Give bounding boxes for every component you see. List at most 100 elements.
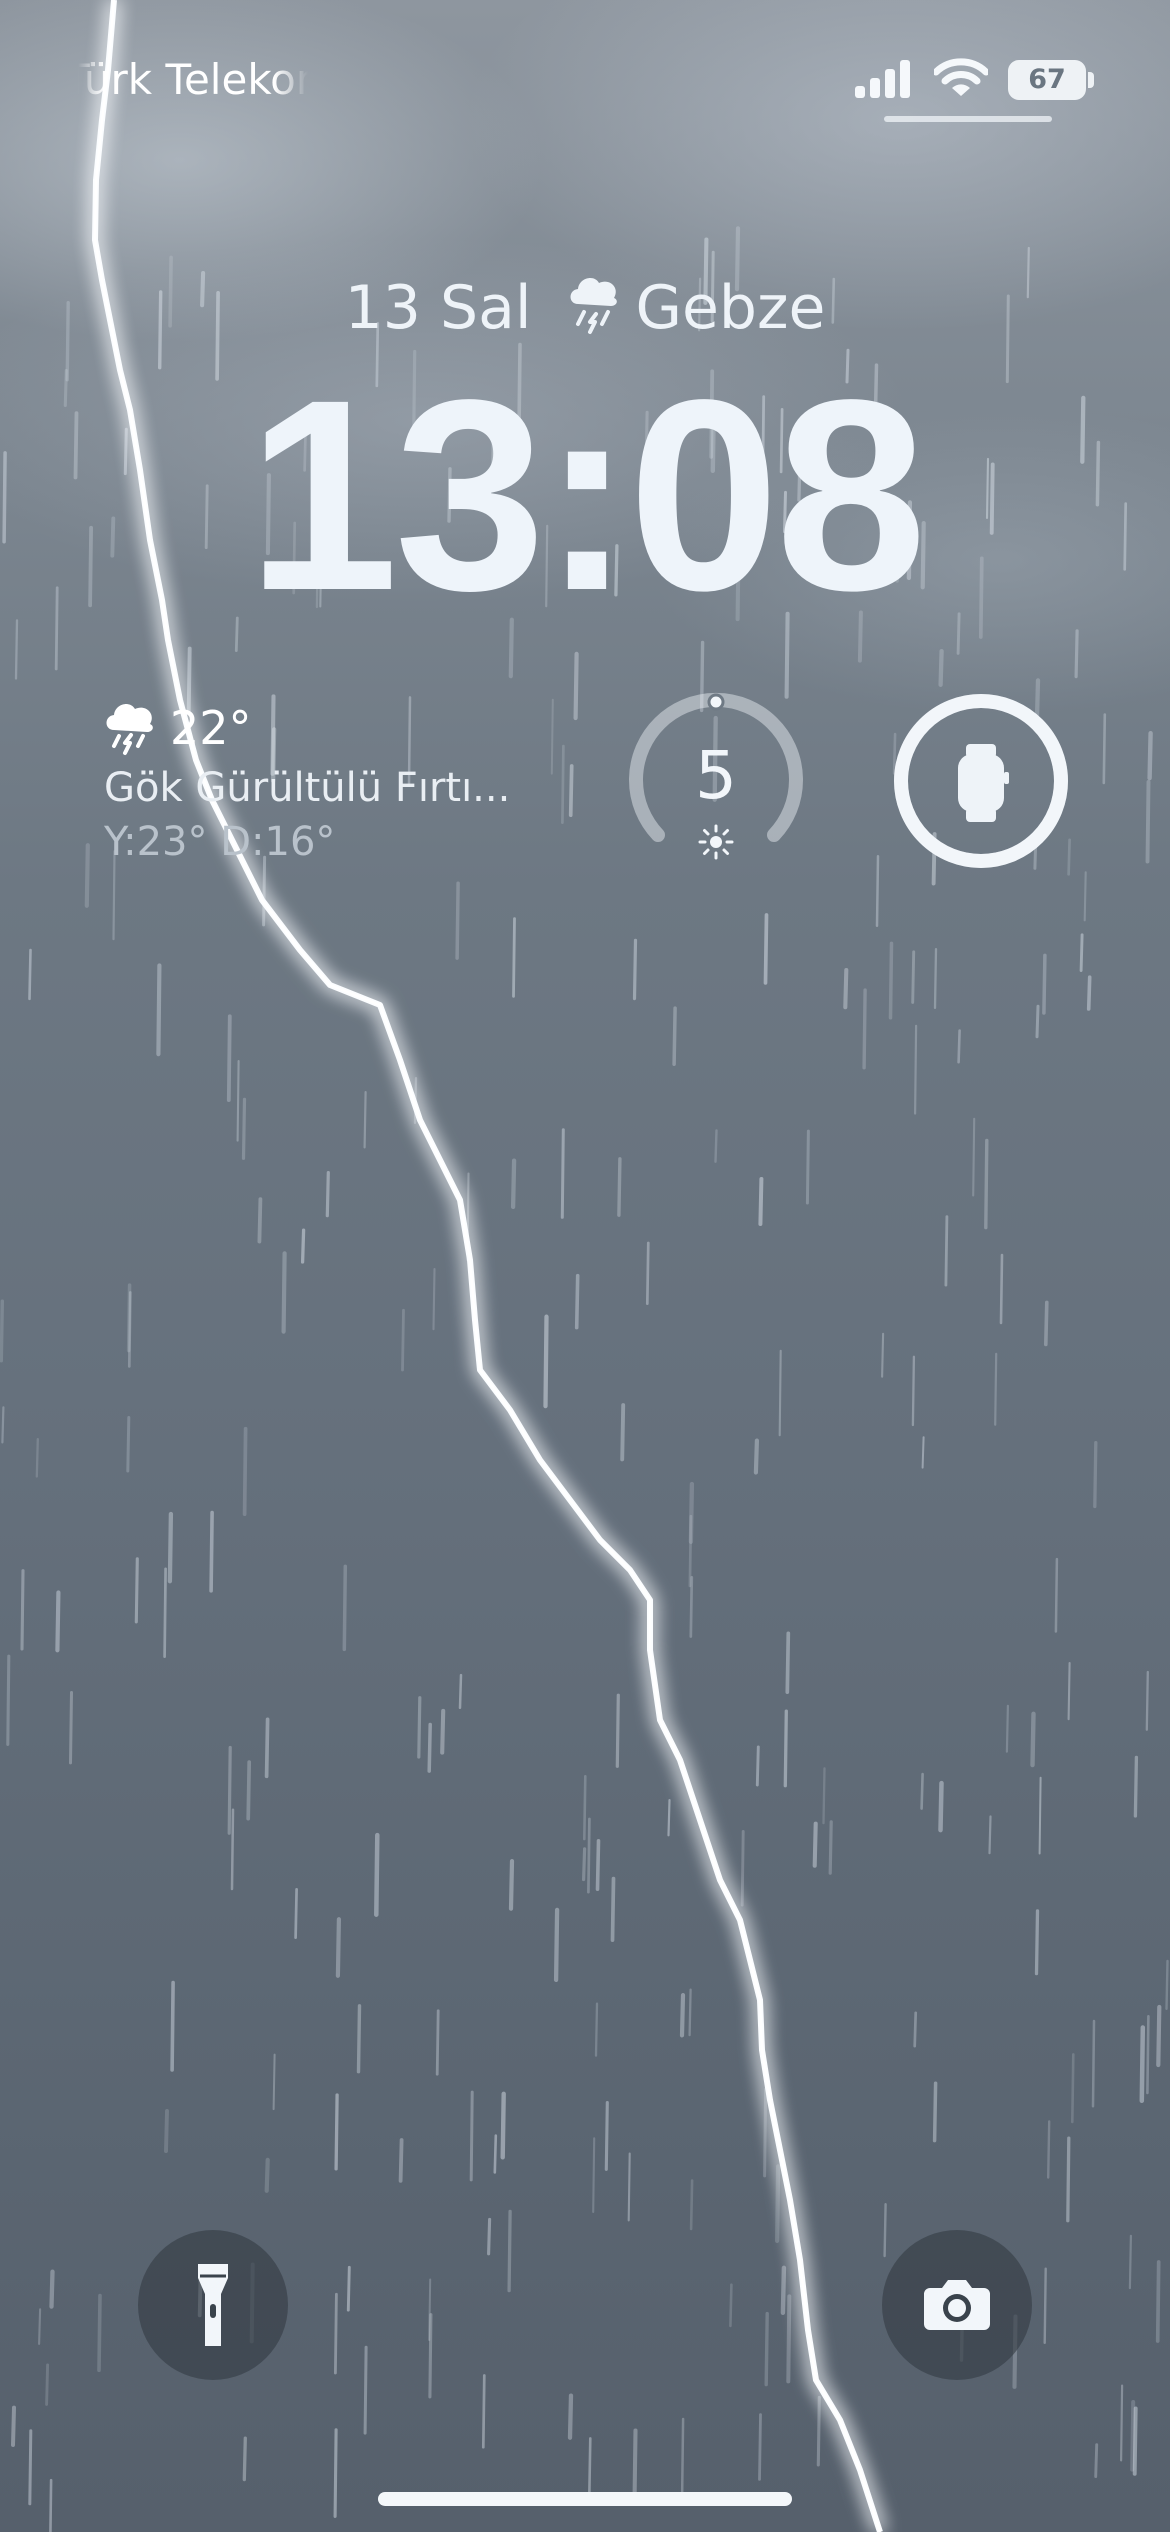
raindrop (921, 1436, 925, 1469)
flashlight-button[interactable] (138, 2230, 288, 2380)
raindrop (325, 1170, 330, 1218)
camera-icon (924, 2280, 990, 2330)
raindrop (729, 2283, 733, 2328)
raindrop (714, 1129, 718, 1163)
raindrop (913, 2011, 918, 2048)
sun-icon (698, 824, 734, 860)
raindrop (242, 1426, 248, 1517)
raindrop (334, 2093, 339, 2171)
raindrop (342, 1564, 348, 1652)
raindrop (246, 1760, 252, 1821)
raindrop (984, 1138, 989, 1230)
raindrop (753, 1438, 760, 1475)
raindrop (888, 941, 894, 1020)
raindrop (1130, 2400, 1136, 2472)
raindrop (49, 2478, 53, 2532)
raindrop (587, 1817, 591, 1894)
raindrop (427, 1722, 432, 1773)
thunderstorm-rain-icon (570, 278, 617, 334)
raindrop (333, 2428, 338, 2518)
raindrop (126, 1416, 131, 1473)
raindrop (164, 2109, 169, 2154)
raindrop (236, 1060, 240, 1142)
raindrop (550, 698, 554, 775)
raindrop (758, 1177, 764, 1226)
weather-condition[interactable]: Gök Gürültülü Fırtı... (104, 760, 524, 816)
raindrop (333, 2292, 338, 2375)
lock-screen-clock[interactable]: 13:08 (0, 359, 1170, 631)
raindrop (69, 1691, 73, 1765)
raindrop (828, 1820, 833, 1875)
raindrop (932, 2081, 938, 2143)
raindrop (1066, 2136, 1071, 2223)
raindrop (881, 1332, 885, 1378)
raindrop (401, 1308, 405, 1372)
raindrop (428, 2278, 432, 2341)
raindrop (1044, 1300, 1049, 1347)
raindrop (1083, 871, 1087, 922)
raindrop (688, 1481, 695, 1544)
raindrop (1005, 1704, 1010, 1753)
home-indicator[interactable] (378, 2492, 792, 2506)
raindrop (763, 2087, 768, 2178)
raindrop (783, 1709, 788, 1788)
camera-button[interactable] (882, 2230, 1032, 2380)
raindrop (933, 948, 938, 1010)
raindrop (170, 1980, 175, 2072)
raindrop (553, 1907, 560, 1983)
weather-temperature[interactable]: 22° (170, 698, 252, 758)
raindrop (455, 881, 460, 960)
raindrop (617, 1157, 622, 1217)
raindrop (582, 1775, 587, 1841)
raindrop (1094, 2443, 1099, 2479)
raindrop (944, 1215, 949, 1287)
raindrop (581, 1847, 587, 1882)
raindrop (567, 2393, 574, 2440)
raindrop (38, 2308, 42, 2345)
control-center-grabber[interactable] (884, 116, 1052, 122)
raindrop (257, 1197, 263, 1244)
raindrop (346, 2265, 351, 2312)
raindrop (805, 1129, 810, 1205)
raindrop (957, 1029, 961, 1064)
raindrop (469, 2090, 474, 2182)
raindrop (356, 2004, 362, 2074)
raindrop (604, 2101, 609, 2171)
raindrop (1133, 1755, 1139, 1818)
raindrop (786, 2294, 792, 2384)
raindrop (1043, 2267, 1047, 2345)
raindrop (493, 2134, 498, 2174)
raindrop (1046, 2120, 1051, 2179)
raindrop (679, 1992, 686, 2038)
raindrop (1074, 629, 1079, 679)
battery-tip (1088, 72, 1094, 88)
raindrop (156, 963, 162, 1057)
flashlight-icon (198, 2264, 228, 2346)
raindrop (672, 1006, 677, 1066)
date-location-line[interactable]: 13 Sal Gebze (0, 268, 1170, 348)
raindrop (163, 1567, 167, 1658)
raindrop (573, 651, 579, 721)
raindrop (1119, 2384, 1124, 2462)
raindrop (645, 1241, 650, 1305)
raindrop (1128, 2234, 1133, 2290)
raindrop (592, 2137, 596, 2214)
weather-high-low[interactable]: Y:23° D:16° (104, 814, 335, 870)
raindrop (49, 2269, 55, 2309)
raindrop (28, 2429, 33, 2506)
battery-indicator: 67 (1008, 60, 1086, 100)
raindrop (780, 2265, 787, 2316)
raindrop (272, 2053, 276, 2111)
raindrop (510, 1158, 517, 1210)
raindrop (0, 1299, 4, 1363)
raindrop (778, 1349, 782, 1437)
raindrop (627, 2152, 631, 2222)
raindrop (507, 2209, 512, 2293)
raindrop (241, 1097, 247, 1160)
raindrop (774, 2164, 781, 2243)
raindrop (680, 2417, 685, 2499)
location-label: Gebze (635, 273, 826, 343)
raindrop (435, 2009, 440, 2076)
raindrop (35, 1438, 39, 1478)
raindrop (1145, 1670, 1149, 1731)
